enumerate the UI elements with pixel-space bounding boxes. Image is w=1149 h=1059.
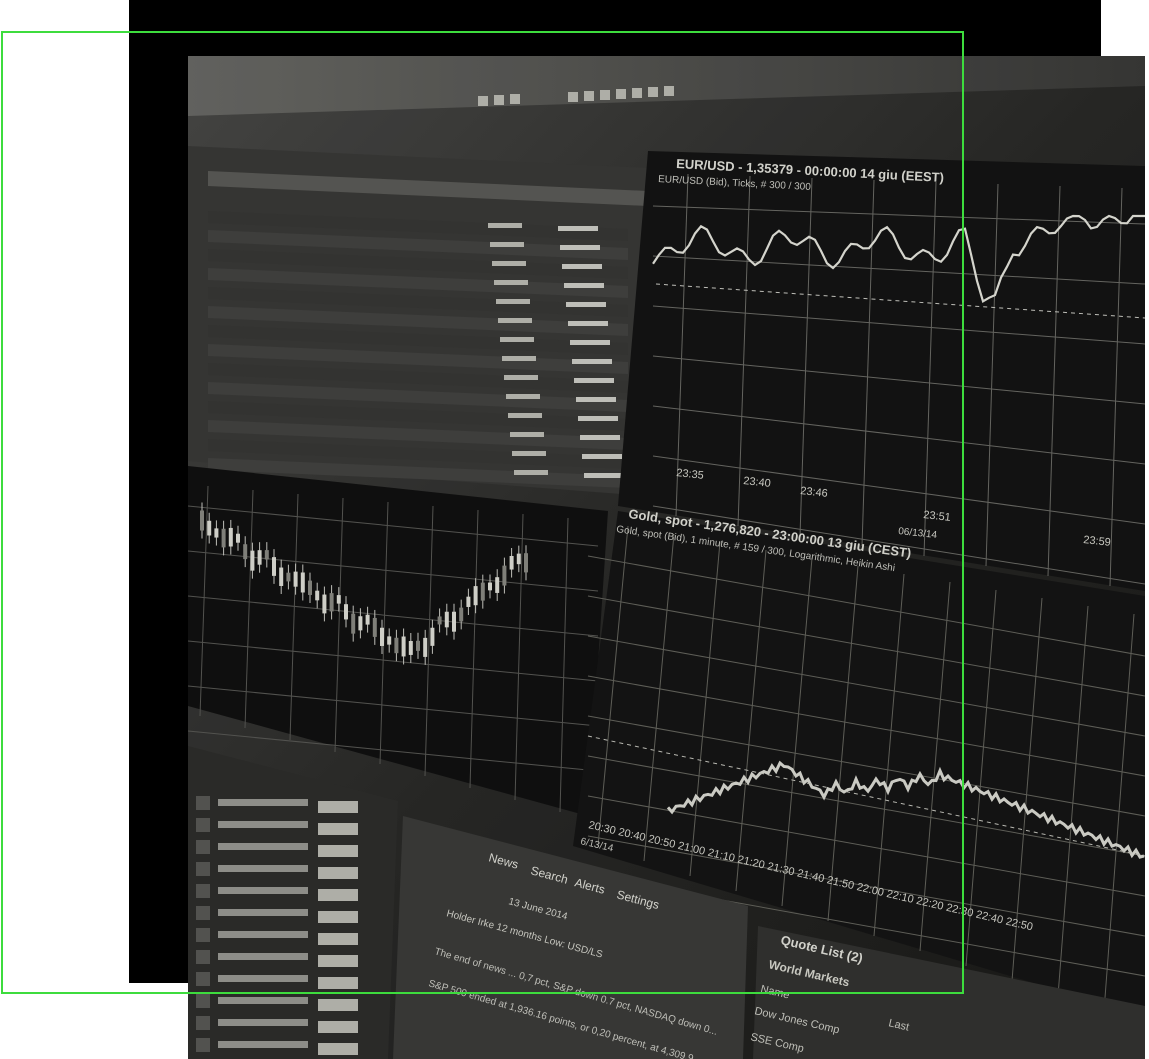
trading-screen-illustration: EUR/USD - 1,35379 - 00:00:00 14 giu (EES… [188, 56, 1145, 1059]
page: EUR/USD - 1,35379 - 00:00:00 14 giu (EES… [0, 0, 1149, 1059]
photo-vignette [188, 56, 1145, 1059]
trading-screen-photo: EUR/USD - 1,35379 - 00:00:00 14 giu (EES… [188, 56, 1145, 1059]
